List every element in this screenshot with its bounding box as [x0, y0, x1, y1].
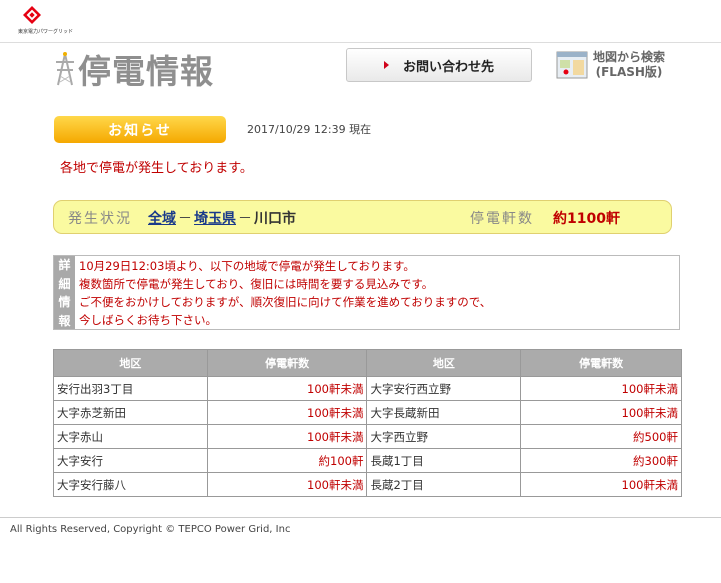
table-row: 大字安行藤八 100軒未満 長蔵2丁目 100軒未満	[53, 472, 682, 497]
outage-count: 100軒未満	[520, 472, 682, 497]
outage-count: 100軒未満	[520, 376, 682, 401]
area-link-all[interactable]: 全域	[148, 208, 176, 228]
contact-button-label: お問い合わせ先	[402, 59, 494, 75]
area-separator: －	[178, 211, 192, 227]
table-row: 大字赤山 100軒未満 大字西立野 約500軒	[53, 424, 682, 449]
map-search-title: 地図から検索	[593, 50, 666, 64]
column-header-count: 停電軒数	[206, 349, 368, 377]
update-timestamp: 2017/10/29 12:39 現在	[247, 123, 372, 136]
company-logo-icon	[23, 6, 41, 24]
company-logo[interactable]: 東京電力パワーグリッド	[18, 6, 73, 36]
map-icon[interactable]	[556, 50, 588, 80]
area-separator: －	[238, 211, 252, 227]
area-name: 大字安行藤八	[53, 472, 208, 497]
notice-label: お知らせ	[54, 116, 226, 143]
area-name: 安行出羽3丁目	[53, 376, 208, 401]
details-line: 今しばらくお待ち下さい。	[79, 313, 217, 327]
outage-count: 約300軒	[520, 448, 682, 473]
footer-divider	[0, 517, 721, 518]
outage-area-table: 地区 停電軒数 地区 停電軒数 安行出羽3丁目 100軒未満 大字安行西立野 1…	[53, 349, 682, 497]
map-search-version: (FLASH版)	[595, 65, 663, 79]
area-current-city: 川口市	[254, 211, 296, 227]
details-line: 10月29日12:03頃より、以下の地域で停電が発生しております。	[79, 259, 415, 273]
area-name: 大字赤芝新田	[53, 400, 208, 425]
header-divider	[0, 42, 721, 43]
area-name: 長蔵2丁目	[366, 472, 522, 497]
copyright: All Rights Reserved, Copyright © TEPCO P…	[10, 524, 291, 535]
details-side-char: 情	[58, 295, 71, 309]
area-name: 大字安行西立野	[366, 376, 522, 401]
triangle-right-icon	[383, 61, 389, 69]
outage-count: 100軒未満	[520, 400, 682, 425]
outage-count-value: 約1100軒	[553, 211, 620, 227]
outage-count-label: 停電軒数	[470, 211, 534, 227]
column-header-area: 地区	[366, 349, 522, 377]
power-tower-icon	[56, 52, 74, 86]
area-name: 大字赤山	[53, 424, 208, 449]
outage-count: 100軒未満	[206, 424, 368, 449]
table-row: 安行出羽3丁目 100軒未満 大字安行西立野 100軒未満	[53, 376, 682, 401]
area-name: 大字安行	[53, 448, 208, 473]
details-text: 10月29日12:03頃より、以下の地域で停電が発生しております。 複数箇所で停…	[79, 257, 491, 329]
outage-count: 約100軒	[206, 448, 368, 473]
area-name: 長蔵1丁目	[366, 448, 522, 473]
details-side-label: 詳 細 情 報	[54, 256, 75, 329]
area-breadcrumb: 全域 － 埼玉県 － 川口市	[148, 208, 296, 228]
area-name: 大字長蔵新田	[366, 400, 522, 425]
table-header-row: 地区 停電軒数 地区 停電軒数	[53, 349, 682, 377]
map-search-link[interactable]: 地図から検索 (FLASH版)	[593, 50, 665, 80]
details-side-char: 細	[58, 276, 71, 291]
status-label: 発生状況	[68, 211, 132, 227]
notice-message: 各地で停電が発生しております。	[60, 161, 253, 176]
table-row: 大字赤芝新田 100軒未満 大字長蔵新田 100軒未満	[53, 400, 682, 425]
column-header-count: 停電軒数	[520, 349, 682, 377]
outage-count: 100軒未満	[206, 376, 368, 401]
company-name: 東京電力パワーグリッド	[18, 29, 74, 35]
page-title: 停電情報	[78, 52, 214, 91]
column-header-area: 地区	[53, 349, 208, 377]
outage-count: 約500軒	[520, 424, 682, 449]
area-link-prefecture[interactable]: 埼玉県	[194, 208, 236, 228]
details-side-char: 報	[58, 313, 71, 328]
details-side-char: 詳	[58, 258, 71, 272]
contact-button[interactable]: お問い合わせ先	[346, 48, 532, 82]
details-line: ご不便をおかけしておりますが、順次復旧に向けて作業を進めておりますので、	[79, 295, 492, 309]
details-box: 詳 細 情 報 10月29日12:03頃より、以下の地域で停電が発生しております…	[53, 255, 680, 330]
details-line: 複数箇所で停電が発生しており、復旧には時間を要する見込みです。	[79, 277, 434, 291]
outage-count: 100軒未満	[206, 400, 368, 425]
outage-count: 100軒未満	[206, 472, 368, 497]
area-name: 大字西立野	[366, 424, 522, 449]
table-row: 大字安行 約100軒 長蔵1丁目 約300軒	[53, 448, 682, 473]
